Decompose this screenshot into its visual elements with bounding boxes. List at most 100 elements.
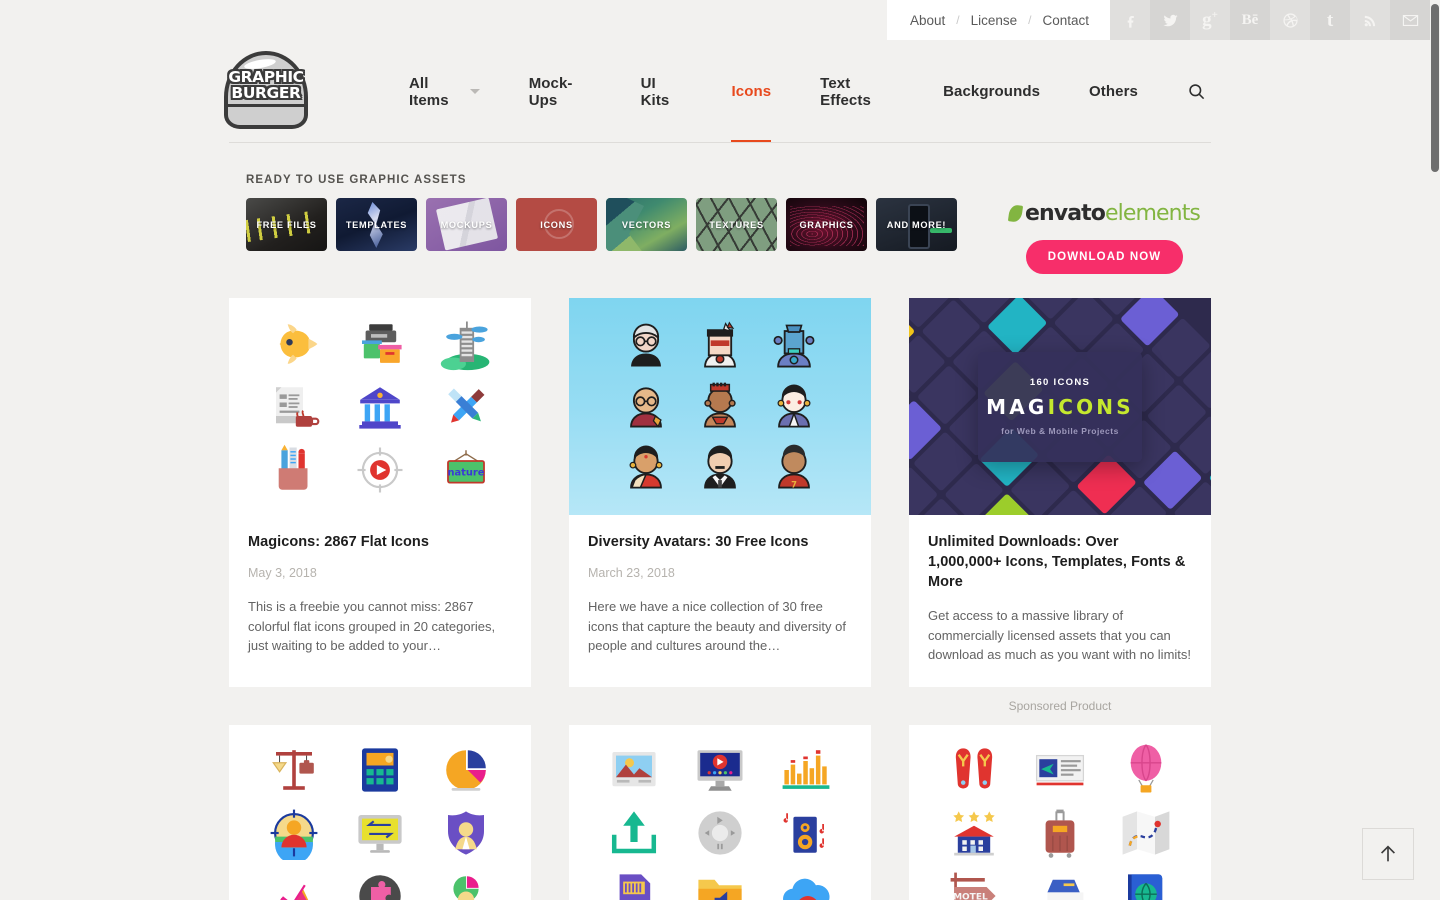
boarding-pass-icon [1017,739,1103,802]
twitter-glyph [1162,14,1178,26]
card-sponsored-title[interactable]: Unlimited Downloads: Over 1,000,000+ Ico… [928,532,1192,592]
facebook-icon[interactable] [1110,0,1150,40]
businessman-avatar-icon [683,437,757,497]
robot-deity-avatar-icon [757,316,831,376]
card-travel-icons-thumbnail[interactable]: MOTEL [909,724,1211,900]
flat-icon-preview-grid: nature [229,298,531,515]
page-scrollbar[interactable] [1430,0,1440,900]
nav-all-items-label: All Items [409,74,449,109]
target-team-icon [251,802,337,865]
link-separator-2: / [1028,13,1032,27]
site-logo[interactable]: GRAPHIC BURGER [224,50,308,129]
card-magicons-thumbnail[interactable]: nature [229,298,531,515]
chip-vectors-label: VECTORS [621,219,672,230]
google-plus-icon[interactable]: g+ [1190,0,1230,40]
card-sponsored-thumbnail[interactable]: 160 ICONS MAGICONS for Web & Mobile Proj… [909,298,1211,515]
nav-backgrounds[interactable]: Backgrounds [943,40,1040,143]
chip-mockups-label: MOCKUPS [440,219,493,230]
nav-mock-ups[interactable]: Mock-Ups [529,40,592,143]
download-now-button[interactable]: DOWNLOAD NOW [1025,240,1184,274]
card-magicons-title[interactable]: Magicons: 2867 Flat Icons [248,532,512,552]
svg-text:7: 7 [791,479,797,489]
sponsored-label: Sponsored Product [1008,698,1112,713]
video-target-icon [337,438,423,501]
chip-vectors[interactable]: VECTORS [606,198,687,251]
scrollbar-thumb[interactable] [1431,4,1439,172]
elements-word: elements [1105,201,1201,226]
city-building-icon [423,312,509,375]
upload-icon [591,802,677,865]
area-chart-icon [251,865,337,900]
puzzle-icon [337,865,423,900]
avatar-preview-grid: 7 [569,298,871,515]
card-business-icons[interactable] [229,724,531,900]
cruise-ship-icon [1017,865,1103,900]
card-media-icons-thumbnail[interactable] [569,724,871,900]
tumblr-icon[interactable]: t [1310,0,1350,40]
scroll-to-top-button[interactable] [1362,828,1414,880]
nav-others-label: Others [1089,83,1138,100]
suitcase-icon [1017,802,1103,865]
card-diversity-avatars[interactable]: 7 Diversity Avatars: 30 Free Icons March… [569,298,871,687]
tumblr-glyph: t [1326,9,1334,31]
chip-textures[interactable]: TEXTURES [696,198,777,251]
passport-icon [1103,865,1189,900]
image-photo-icon [591,739,677,802]
native-american-avatar-icon [683,316,757,376]
link-license[interactable]: License [968,13,1021,28]
twitter-icon[interactable] [1150,0,1190,40]
chip-and-more-label: AND MORE! [886,219,947,230]
chip-icons[interactable]: ICONS [516,198,597,251]
search-button[interactable] [1187,40,1206,143]
dribbble-icon[interactable] [1270,0,1310,40]
nav-text-effects[interactable]: Text Effects [820,40,894,143]
utility-links: About / License / Contact [886,0,1110,40]
envato-elements-logo[interactable]: envato elements [1007,201,1201,226]
link-about[interactable]: About [907,13,948,28]
rss-icon[interactable] [1350,0,1390,40]
business-icon-preview-grid [229,725,531,900]
magicons-ad-subtitle: for Web & Mobile Projects [1001,426,1119,436]
card-business-icons-thumbnail[interactable] [229,724,531,900]
link-contact[interactable]: Contact [1039,13,1092,28]
pen-brush-icon [423,375,509,438]
shield-person-icon [423,802,509,865]
athlete-avatar-icon: 7 [757,437,831,497]
chip-graphics[interactable]: GRAPHICS [786,198,867,251]
envato-promo: envato elements DOWNLOAD NOW [1007,198,1211,274]
magicons-ad-title-white: MAG [986,395,1048,419]
behance-glyph: Bē [1241,11,1259,28]
nav-icons[interactable]: Icons [731,40,771,143]
nav-others[interactable]: Others [1089,40,1138,143]
nav-mock-ups-label: Mock-Ups [528,74,573,109]
bank-icon [337,375,423,438]
chip-free-files[interactable]: FREE FILES [246,198,327,251]
card-diversity-avatars-description: Here we have a nice collection of 30 fre… [588,599,846,653]
nav-all-items[interactable]: All Items [409,40,480,143]
scale-briefcase-icon [251,739,337,802]
nature-sign-icon: nature [423,438,509,501]
geisha-avatar-icon [757,376,831,436]
card-travel-icons[interactable]: MOTEL [909,724,1211,900]
behance-icon[interactable]: Bē [1230,0,1270,40]
nav-ui-kits[interactable]: UI Kits [641,40,683,143]
fish-icon [251,312,337,375]
rss-glyph [1364,15,1375,26]
chip-and-more[interactable]: AND MORE! [876,198,957,251]
chip-templates[interactable]: TEMPLATES [336,198,417,251]
nav-backgrounds-label: Backgrounds [943,83,1041,100]
promo-heading: READY TO USE GRAPHIC ASSETS [246,174,467,186]
magicons-ad-card: 160 ICONS MAGICONS for Web & Mobile Proj… [978,351,1142,462]
nav-icons-label: Icons [731,83,772,100]
chip-mockups[interactable]: MOCKUPS [426,198,507,251]
card-media-icons[interactable] [569,724,871,900]
card-sponsored-unlimited-downloads[interactable]: 160 ICONS MAGICONS for Web & Mobile Proj… [909,298,1211,713]
african-man-avatar-icon [683,376,757,436]
card-diversity-avatars-title[interactable]: Diversity Avatars: 30 Free Icons [588,532,852,552]
media-wheel-icon [677,802,763,865]
envato-leaf-icon [1007,204,1024,223]
card-diversity-avatars-thumbnail[interactable]: 7 [569,298,871,515]
logo-text-line2: BURGER [231,83,301,102]
card-magicons[interactable]: nature Magicons: 2867 Flat Icons May 3, … [229,298,531,687]
mail-icon[interactable] [1390,0,1430,40]
